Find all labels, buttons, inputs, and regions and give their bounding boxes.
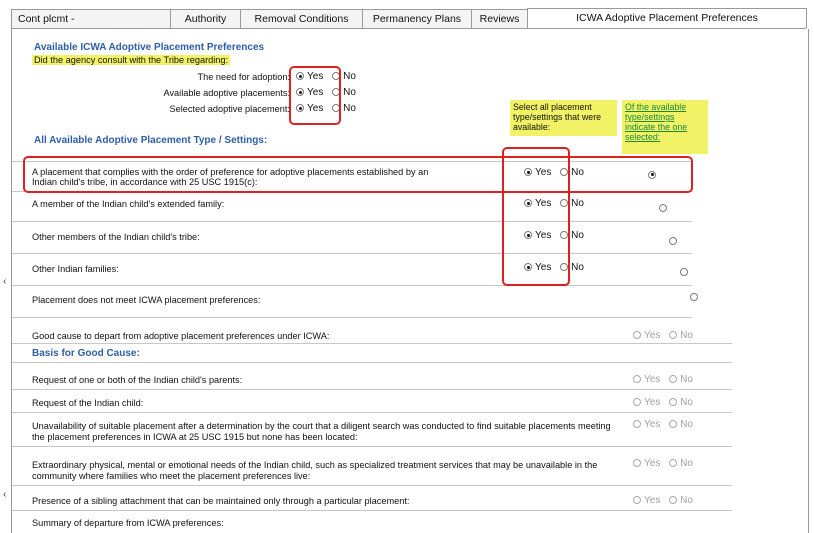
row-separator <box>12 446 732 447</box>
no-label: No <box>343 103 356 114</box>
selected-radio-tribe-members[interactable] <box>669 236 678 245</box>
consult-need-label: The need for adoption: <box>197 72 290 82</box>
selected-radio-other-indian-families[interactable] <box>679 267 688 276</box>
row-separator <box>12 285 692 286</box>
yes-radio[interactable] <box>633 398 641 407</box>
consult-section-title: Available ICWA Adoptive Placement Prefer… <box>34 42 265 53</box>
selected-radio-extended-family[interactable] <box>658 203 667 212</box>
row-separator <box>12 253 692 254</box>
no-radio[interactable] <box>669 420 678 429</box>
no-radio[interactable] <box>669 459 678 468</box>
no-label: No <box>680 495 693 506</box>
consult-question: Did the agency consult with the Tribe re… <box>32 55 231 65</box>
basis-section-title: Basis for Good Cause: <box>32 348 140 359</box>
tab-cont-plcmt[interactable]: Cont plcmt - <box>11 9 171 28</box>
yes-radio[interactable] <box>633 496 641 505</box>
no-label: No <box>571 262 584 273</box>
yes-label: Yes <box>644 374 661 385</box>
no-label: No <box>680 330 693 341</box>
column-note-selected: Of the available type/settings indicate … <box>622 100 708 154</box>
no-label: No <box>343 87 356 98</box>
tab-label: Permanency Plans <box>372 13 462 25</box>
tab-label: ICWA Adoptive Placement Preferences <box>576 12 758 24</box>
basis-unavailability-radios: Yes No <box>633 419 699 431</box>
no-radio[interactable] <box>669 398 678 407</box>
no-label: No <box>680 458 693 469</box>
row-separator <box>12 362 732 363</box>
settings-section-title: All Available Adoptive Placement Type / … <box>34 135 268 146</box>
basis-sibling-attachment-radios: Yes No <box>633 495 699 507</box>
row-separator <box>12 510 732 511</box>
row-separator <box>12 389 732 390</box>
tab-reviews[interactable]: Reviews <box>471 9 528 28</box>
good-cause-radios: Yes No <box>633 330 699 342</box>
tab-bar: Cont plcmt - Authority Removal Condition… <box>0 8 814 29</box>
tab-label: Authority <box>184 13 227 25</box>
tab-label: Cont plcmt - <box>18 13 75 25</box>
splitter-arrow-icon[interactable]: ‹ <box>3 276 6 287</box>
annotation-highlight-box <box>23 156 693 193</box>
column-note-available: Select all placement type/settings that … <box>510 100 617 136</box>
basis-child-request-radios: Yes No <box>633 397 699 409</box>
no-label: No <box>680 374 693 385</box>
row-separator <box>12 317 692 318</box>
yes-label: Yes <box>644 419 661 430</box>
setting-row-tribe-members-label: Other members of the Indian child's trib… <box>32 232 200 242</box>
no-radio[interactable] <box>669 375 678 384</box>
row-separator <box>12 412 732 413</box>
tab-removal-conditions[interactable]: Removal Conditions <box>240 9 363 28</box>
basis-sibling-attachment-label: Presence of a sibling attachment that ca… <box>32 496 410 506</box>
basis-extraordinary-needs-radios: Yes No <box>633 458 699 470</box>
annotation-highlight-box <box>289 66 341 125</box>
consult-available-label: Available adoptive placements: <box>163 88 291 98</box>
no-label: No <box>680 397 693 408</box>
tab-permanency-plans[interactable]: Permanency Plans <box>362 9 472 28</box>
no-radio[interactable] <box>669 496 678 505</box>
yes-radio[interactable] <box>633 375 641 384</box>
no-label: No <box>571 198 584 209</box>
tab-icwa-adoptive-placement-preferences[interactable]: ICWA Adoptive Placement Preferences <box>527 8 807 28</box>
basis-parents-request-label: Request of one or both of the Indian chi… <box>32 375 243 385</box>
row-separator <box>12 221 692 222</box>
no-label: No <box>680 419 693 430</box>
tab-label: Reviews <box>479 13 520 25</box>
splitter-arrow-icon[interactable]: ‹ <box>3 489 6 500</box>
summary-departure-label: Summary of departure from ICWA preferenc… <box>32 518 224 528</box>
yes-label: Yes <box>644 397 661 408</box>
yes-radio[interactable] <box>633 331 641 340</box>
basis-parents-request-radios: Yes No <box>633 374 699 386</box>
tab-label: Removal Conditions <box>254 13 349 25</box>
good-cause-label: Good cause to depart from adoptive place… <box>32 331 330 341</box>
basis-extraordinary-needs-label: Extraordinary physical, mental or emotio… <box>32 460 598 481</box>
setting-row-other-indian-families-label: Other Indian families: <box>32 264 119 274</box>
selected-radio-not-meet-preferences[interactable] <box>690 292 699 301</box>
row-separator <box>12 343 732 344</box>
basis-unavailability-label: Unavailability of suitable placement aft… <box>32 421 611 442</box>
tab-authority[interactable]: Authority <box>170 9 241 28</box>
no-label: No <box>343 71 356 82</box>
setting-row-extended-family-label: A member of the Indian child's extended … <box>32 199 225 209</box>
yes-radio[interactable] <box>633 420 641 429</box>
yes-label: Yes <box>644 458 661 469</box>
row-separator <box>12 485 732 486</box>
yes-label: Yes <box>644 330 661 341</box>
basis-child-request-label: Request of the Indian child: <box>32 398 144 408</box>
yes-radio[interactable] <box>633 459 641 468</box>
no-label: No <box>571 230 584 241</box>
consult-selected-label: Selected adoptive placement: <box>169 104 290 114</box>
no-radio[interactable] <box>669 331 678 340</box>
setting-row-not-meet-preferences-label: Placement does not meet ICWA placement p… <box>32 295 261 305</box>
yes-label: Yes <box>644 495 661 506</box>
